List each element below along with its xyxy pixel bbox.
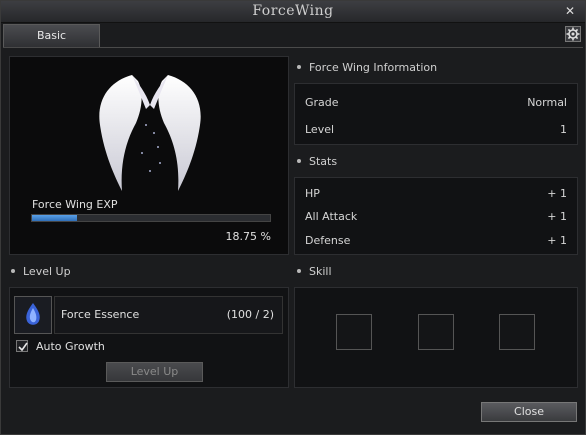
forcewing-window: ForceWing ✕ Basic Force Wing EXP 18.75 %… [0,0,586,435]
essence-count: (100 / 2) [226,308,274,321]
stat-row-defense: Defense + 1 [305,233,567,249]
force-essence-icon [26,303,40,325]
exp-percent: 18.75 % [225,230,271,243]
info-panel: Grade Normal Level 1 [294,83,578,145]
stat-value: + 1 [547,234,567,247]
stat-key: All Attack [305,210,358,223]
skill-heading-text: Skill [309,265,332,278]
bullet-icon [297,159,301,163]
title-bar[interactable]: ForceWing ✕ [1,1,585,23]
skill-slot-1[interactable] [336,314,372,350]
stat-key: HP [305,187,320,200]
stat-value: + 1 [547,210,567,223]
stat-value: + 1 [547,187,567,200]
info-heading: Force Wing Information [293,59,437,77]
tab-basic[interactable]: Basic [3,24,100,47]
levelup-heading-text: Level Up [23,265,71,278]
stat-row-all-attack: All Attack + 1 [305,209,567,225]
auto-growth-checkbox[interactable] [16,340,28,352]
bullet-icon [297,65,301,69]
essence-slot[interactable] [14,296,52,334]
skill-slot-2[interactable] [418,314,454,350]
exp-progress-bar [31,214,271,222]
info-heading-text: Force Wing Information [309,61,438,74]
skill-panel [294,287,578,388]
levelup-heading: Level Up [7,263,71,281]
info-value: 1 [560,123,567,136]
exp-progress-fill [32,215,77,221]
gear-icon[interactable] [565,26,581,42]
stats-heading: Stats [293,153,337,171]
wing-image [99,75,201,191]
info-value: Normal [527,96,567,109]
stat-key: Defense [305,234,351,247]
bullet-icon [297,269,301,273]
info-key: Grade [305,96,339,109]
skill-heading: Skill [293,263,332,281]
essence-name: Force Essence [61,308,140,321]
exp-label: Force Wing EXP [32,198,118,211]
checkmark-icon [18,342,28,352]
info-row-grade: Grade Normal [305,95,567,111]
essence-row: Force Essence (100 / 2) [54,296,283,334]
info-key: Level [305,123,335,136]
close-button[interactable]: Close [481,402,577,422]
auto-growth-label[interactable]: Auto Growth [36,340,105,353]
levelup-panel: Force Essence (100 / 2) Auto Growth Leve… [9,287,289,388]
bullet-icon [11,269,15,273]
skill-slot-3[interactable] [499,314,535,350]
close-icon[interactable]: ✕ [565,4,575,18]
stats-heading-text: Stats [309,155,338,168]
level-up-button[interactable]: Level Up [106,362,203,382]
info-row-level: Level 1 [305,122,567,138]
stats-panel: HP + 1 All Attack + 1 Defense + 1 [294,177,578,255]
window-title: ForceWing [252,3,334,19]
wing-preview-panel: Force Wing EXP [9,56,289,255]
stat-row-hp: HP + 1 [305,186,567,202]
tab-bar: Basic [3,23,583,48]
